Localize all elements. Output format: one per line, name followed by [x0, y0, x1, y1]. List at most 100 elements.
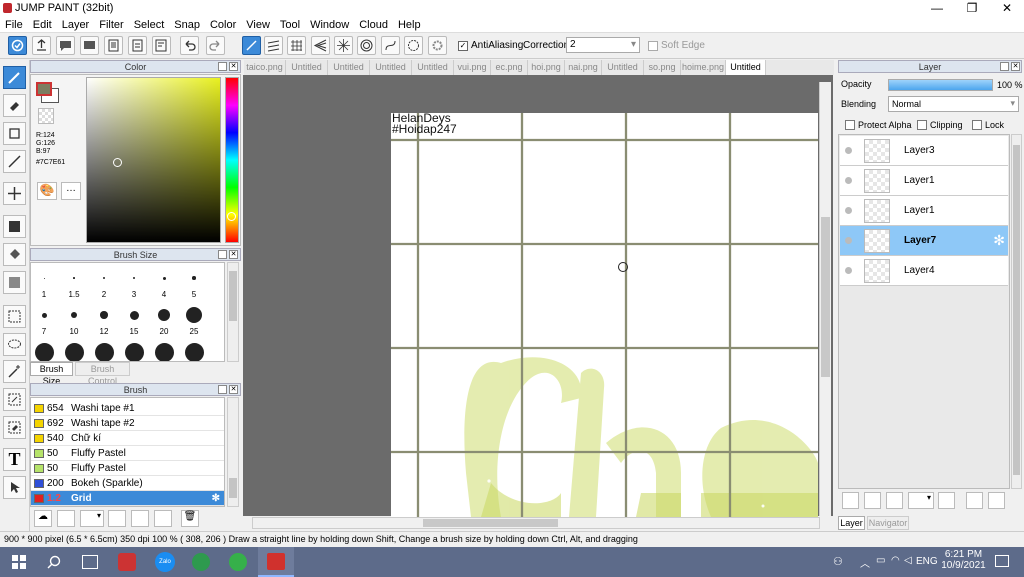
brush-menu-icon[interactable]: ▾ [80, 510, 104, 527]
document-tab[interactable]: Untitled [286, 60, 328, 75]
concentric-ruler-icon[interactable] [357, 36, 376, 55]
lasso-tool-icon[interactable] [3, 333, 26, 356]
new-layer-icon[interactable] [842, 492, 859, 509]
brush-size-dot[interactable] [158, 309, 170, 321]
line-ruler-icon[interactable] [242, 36, 261, 55]
layer-row[interactable]: Layer3 [840, 136, 1008, 166]
document-tab[interactable]: vui.png [454, 60, 491, 75]
antialias-checkbox[interactable]: ✓ [458, 41, 468, 51]
message-icon[interactable] [80, 36, 99, 55]
people-icon[interactable]: ⚇ [833, 555, 843, 568]
clock[interactable]: 6:21 PM 10/9/2021 [941, 549, 986, 571]
brush-folder-icon[interactable] [131, 510, 149, 527]
menu-select[interactable]: Select [129, 17, 170, 31]
grid-ruler-icon[interactable] [287, 36, 306, 55]
panel-close-icon[interactable]: ✕ [229, 385, 238, 394]
document-tab[interactable]: taico.png [244, 60, 286, 75]
new-8bit-layer-icon[interactable] [864, 492, 881, 509]
tab-layer[interactable]: Layer [838, 516, 865, 530]
menu-snap[interactable]: Snap [169, 17, 205, 31]
brush-delete-icon[interactable]: 🗑 [181, 510, 199, 527]
menu-window[interactable]: Window [305, 17, 354, 31]
document-tab[interactable]: Untitled [412, 60, 454, 75]
document-tab[interactable]: ec.png [491, 60, 528, 75]
brush-size-dot[interactable] [132, 276, 136, 280]
taskbar-app-icon[interactable] [118, 553, 136, 571]
color-option-button[interactable]: … [61, 182, 81, 200]
brush-size-dot[interactable] [186, 307, 202, 323]
brush-size-dot[interactable] [129, 310, 139, 320]
eye-icon[interactable] [845, 147, 852, 154]
chevron-up-icon[interactable]: ︿ [860, 555, 870, 570]
redo-icon[interactable] [206, 36, 225, 55]
document-tab[interactable]: Untitled [370, 60, 412, 75]
eye-icon[interactable] [845, 177, 852, 184]
tab-brush-control[interactable]: Brush Control [75, 362, 130, 386]
layer-list-scrollbar[interactable] [1011, 134, 1022, 489]
select-rect-tool-icon[interactable] [3, 305, 26, 328]
browser-icon[interactable] [229, 553, 247, 571]
layer-row[interactable]: Layer1 [840, 196, 1008, 226]
brush-size-dot[interactable] [124, 342, 144, 361]
blending-select[interactable]: Normal ▾ [888, 96, 1019, 112]
copy-layer-icon[interactable] [966, 492, 983, 509]
curve-ruler-icon[interactable] [381, 36, 400, 55]
menu-cloud[interactable]: Cloud [354, 17, 393, 31]
panel-close-icon[interactable]: ✕ [229, 250, 238, 259]
list-icon[interactable] [128, 36, 147, 55]
perspective-ruler-icon[interactable] [311, 36, 330, 55]
magic-wand-tool-icon[interactable] [3, 360, 26, 383]
edit-list-icon[interactable] [152, 36, 171, 55]
select-eraser-tool-icon[interactable] [3, 416, 26, 439]
brush-list-item[interactable]: 654 Washi tape #1 [31, 401, 224, 416]
document-tab[interactable]: hoi.png [528, 60, 565, 75]
menu-edit[interactable]: Edit [28, 17, 57, 31]
palette-icon[interactable]: 🎨 [37, 182, 57, 200]
settings-gear-icon[interactable] [428, 36, 447, 55]
minimize-button[interactable]: — [920, 0, 954, 17]
merge-layer-icon[interactable] [988, 492, 1005, 509]
panel-float-icon[interactable] [218, 385, 227, 394]
menu-view[interactable]: View [241, 17, 275, 31]
opacity-slider[interactable] [888, 79, 993, 91]
brush-size-dot[interactable] [154, 342, 174, 361]
menu-color[interactable]: Color [205, 17, 241, 31]
comment-icon[interactable] [56, 36, 75, 55]
brush-list-item[interactable]: 540 Chữ kí [31, 431, 224, 446]
brush-cloud-icon[interactable]: ☁ [34, 510, 52, 527]
tab-brush-size[interactable]: Brush Size [30, 362, 73, 386]
menu-tool[interactable]: Tool [275, 17, 305, 31]
eye-icon[interactable] [845, 267, 852, 274]
transparent-color-swatch[interactable] [38, 108, 54, 124]
document-tab[interactable]: Untitled [602, 60, 644, 75]
circle-ruler-icon[interactable] [404, 36, 423, 55]
brush-size-scrollbar[interactable] [227, 262, 239, 362]
panel-close-icon[interactable]: ✕ [1011, 62, 1020, 71]
operation-tool-icon[interactable] [3, 476, 26, 499]
brush-size-dot[interactable] [94, 342, 114, 361]
brush-size-dot[interactable] [184, 342, 204, 361]
brush-list-item[interactable]: 50 Fluffy Pastel [31, 461, 224, 476]
wifi-icon[interactable]: ◠ [891, 555, 900, 566]
bucket-tool-icon[interactable] [3, 243, 26, 266]
foreground-color-swatch[interactable] [36, 82, 52, 96]
close-button[interactable]: ✕ [990, 0, 1024, 17]
fill-rect-tool-icon[interactable] [3, 215, 26, 238]
document-tab[interactable]: Untitled [726, 60, 766, 75]
windows-start-icon[interactable] [12, 555, 26, 569]
brush-list-item[interactable]: 200 Bokeh (Sparkle) [31, 476, 224, 491]
line-tool-icon[interactable] [3, 150, 26, 173]
panel-float-icon[interactable] [1000, 62, 1009, 71]
brush-size-dot[interactable] [70, 311, 78, 319]
protect-alpha-checkbox[interactable] [845, 120, 855, 130]
jump-paint-taskbar-button[interactable] [258, 547, 294, 577]
gradient-tool-icon[interactable] [3, 271, 26, 294]
layer-menu-icon[interactable]: ▾ [908, 492, 934, 509]
select-pen-tool-icon[interactable] [3, 388, 26, 411]
brush-size-dot[interactable] [43, 277, 45, 279]
radial-ruler-icon[interactable] [334, 36, 353, 55]
new-brush-icon[interactable] [57, 510, 75, 527]
menu-layer[interactable]: Layer [57, 17, 95, 31]
document-tab[interactable]: nai.png [565, 60, 602, 75]
layer-row[interactable]: Layer1 [840, 166, 1008, 196]
